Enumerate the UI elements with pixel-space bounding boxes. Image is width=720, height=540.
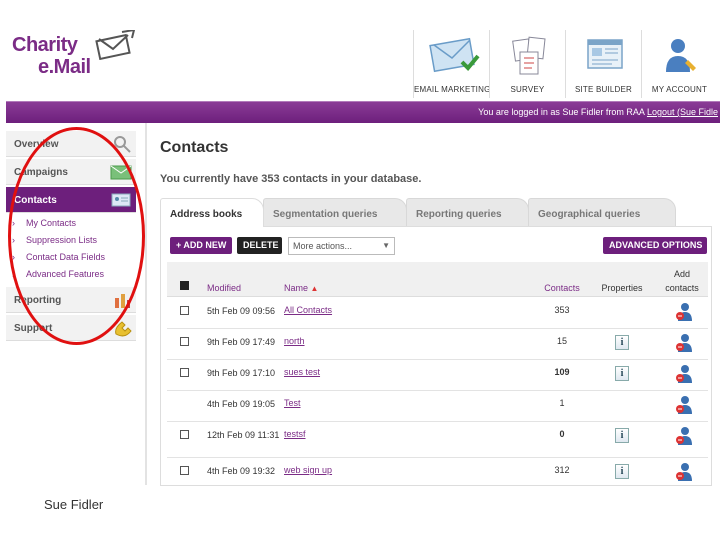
row-modified: 9th Feb 09 17:49: [207, 337, 276, 347]
row-modified: 5th Feb 09 09:56: [207, 306, 276, 316]
delete-button[interactable]: DELETE: [237, 237, 282, 254]
contacts-count-text: You currently have 353 contacts in your …: [160, 173, 422, 185]
row-checkbox[interactable]: [180, 337, 189, 346]
site-builder-icon: [586, 39, 623, 69]
table-row: 5th Feb 09 09:56 All Contacts 353: [167, 298, 708, 329]
topnav-email-marketing[interactable]: EMAIL MARKETING: [414, 30, 491, 98]
sort-ascending-icon: ▲: [310, 284, 319, 293]
row-contacts: 1: [559, 398, 565, 408]
row-name-link[interactable]: north: [284, 336, 305, 346]
chevron-down-icon: ▼: [382, 241, 390, 250]
table-row: 4th Feb 09 19:32 web sign up 312 i: [167, 458, 708, 489]
column-contacts[interactable]: Contacts: [527, 283, 597, 293]
row-modified: 4th Feb 09 19:05: [207, 399, 276, 409]
advanced-options-button[interactable]: ADVANCED OPTIONS: [603, 237, 707, 254]
column-name-label: Name: [284, 283, 309, 293]
column-add-contacts-line2: contacts: [665, 283, 699, 293]
vertical-divider: [145, 123, 147, 485]
column-modified[interactable]: Modified: [207, 283, 241, 293]
properties-info-icon[interactable]: i: [615, 366, 629, 381]
row-modified: 9th Feb 09 17:10: [207, 368, 276, 378]
row-name-link[interactable]: Test: [284, 398, 301, 408]
presenter-name: Sue Fidler: [44, 497, 104, 512]
tab-address-books[interactable]: Address books: [160, 198, 264, 227]
topnav-label: EMAIL MARKETING: [414, 85, 491, 94]
tab-bar: Address books Segmentation queries Repor…: [160, 198, 700, 227]
add-contact-person-icon[interactable]: [675, 302, 693, 322]
add-contact-person-icon[interactable]: [675, 364, 693, 384]
survey-icon: [511, 36, 546, 75]
tab-segmentation-queries[interactable]: Segmentation queries: [263, 198, 407, 226]
topnav-label: SITE BUILDER: [574, 85, 633, 94]
more-actions-select[interactable]: More actions... ▼: [288, 237, 395, 255]
add-contact-person-icon[interactable]: [675, 395, 693, 415]
logo-text-line2: e.Mail: [38, 56, 91, 78]
row-contacts: 353: [554, 305, 570, 315]
tab-reporting-queries[interactable]: Reporting queries: [406, 198, 529, 226]
topnav-label: MY ACCOUNT: [651, 85, 708, 94]
topnav-label: SURVEY: [510, 85, 545, 94]
row-name-link[interactable]: testsf: [284, 429, 306, 439]
login-status-bar: You are logged in as Sue Fidler from RAA…: [6, 101, 720, 123]
row-modified: 12th Feb 09 11:31: [207, 430, 280, 440]
topnav-my-account[interactable]: MY ACCOUNT: [642, 30, 717, 98]
login-status-text: You are logged in as Sue Fidler from RAA: [478, 107, 645, 117]
top-navigation: EMAIL MARKETING SURVEY SITE BUILDER MY A…: [413, 30, 720, 98]
logout-link[interactable]: Logout (Sue Fidle: [647, 107, 718, 117]
table-row: 9th Feb 09 17:49 north 15 i: [167, 329, 708, 360]
row-checkbox[interactable]: [180, 430, 189, 439]
properties-info-icon[interactable]: i: [615, 428, 629, 443]
add-contact-person-icon[interactable]: [675, 333, 693, 353]
address-books-panel: + ADD NEW DELETE More actions... ▼ ADVAN…: [160, 226, 712, 486]
topnav-site-builder[interactable]: SITE BUILDER: [566, 30, 641, 98]
table-header: Modified Name ▲ Contacts Properties Add …: [167, 262, 708, 297]
login-status: You are logged in as Sue Fidler from RAA…: [478, 107, 718, 117]
add-contact-person-icon[interactable]: [675, 462, 693, 482]
row-contacts: 109: [554, 367, 570, 377]
row-contacts: 312: [554, 465, 570, 475]
properties-info-icon[interactable]: i: [615, 464, 629, 479]
page-title: Contacts: [160, 139, 229, 156]
column-properties: Properties: [601, 283, 643, 293]
logo-text-line1: Charity: [12, 34, 78, 56]
add-contact-person-icon[interactable]: [675, 426, 693, 446]
table-row: 4th Feb 09 19:05 Test 1: [167, 391, 708, 422]
properties-info-icon[interactable]: i: [615, 335, 629, 350]
row-contacts: 0: [559, 429, 565, 439]
column-name[interactable]: Name ▲: [284, 283, 318, 293]
row-name-link[interactable]: web sign up: [284, 465, 332, 475]
email-envelope-icon: [428, 37, 480, 73]
charity-email-logo[interactable]: Charity e.Mail: [12, 30, 137, 90]
topnav-survey[interactable]: SURVEY: [490, 30, 565, 98]
logo-envelope-icon: [95, 30, 136, 60]
row-checkbox[interactable]: [180, 466, 189, 475]
user-account-icon: [665, 39, 696, 72]
more-actions-value: More actions...: [293, 241, 353, 251]
row-checkbox[interactable]: [180, 368, 189, 377]
row-name-link[interactable]: All Contacts: [284, 305, 332, 315]
select-all-checkbox[interactable]: [180, 281, 189, 290]
table-row: 9th Feb 09 17:10 sues test 109 i: [167, 360, 708, 391]
row-checkbox[interactable]: [180, 306, 189, 315]
table-row: 12th Feb 09 11:31 testsf 0 i: [167, 422, 708, 458]
tab-geographical-queries[interactable]: Geographical queries: [528, 198, 676, 226]
row-name-link[interactable]: sues test: [284, 367, 320, 377]
add-new-button[interactable]: + ADD NEW: [170, 237, 232, 254]
red-highlight-oval: [8, 127, 145, 345]
row-modified: 4th Feb 09 19:32: [207, 466, 276, 476]
column-add-contacts-line1: Add: [673, 269, 690, 279]
row-contacts: 15: [556, 336, 567, 346]
